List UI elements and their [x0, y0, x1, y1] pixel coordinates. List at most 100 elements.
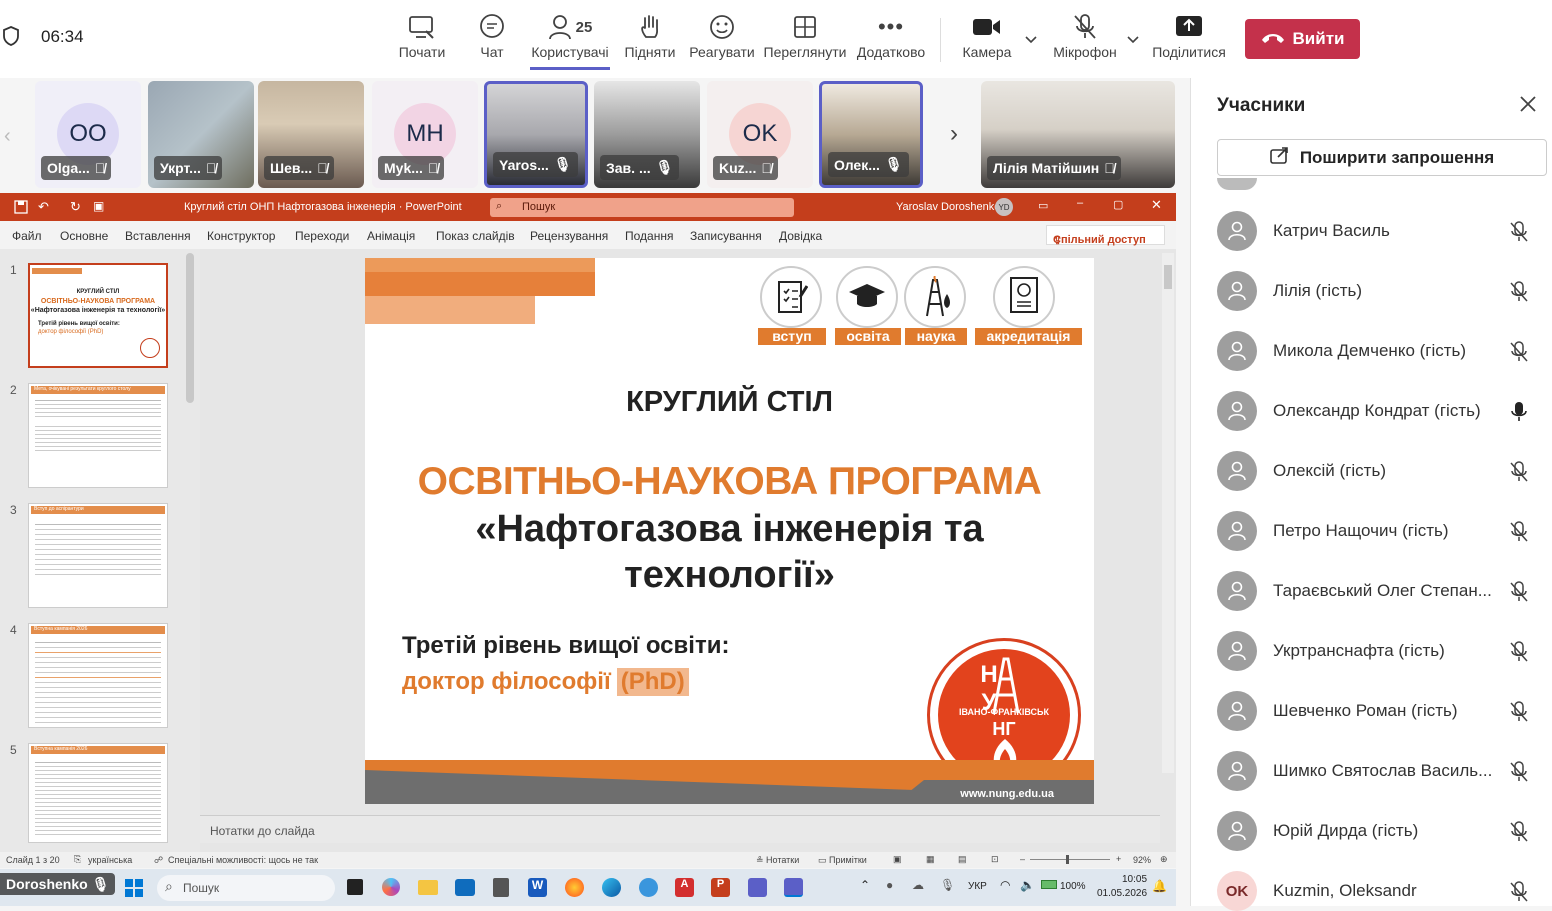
firefox-icon[interactable]: [565, 878, 584, 897]
zoom-in-icon[interactable]: +: [1116, 854, 1121, 864]
battery-icon[interactable]: [1041, 880, 1057, 889]
chat-button[interactable]: Чат: [474, 10, 510, 60]
video-tile-speaking[interactable]: Олек... 🎙: [819, 81, 923, 188]
tab-file[interactable]: Файл: [12, 229, 42, 243]
minimize-icon[interactable]: –: [1077, 197, 1083, 209]
notification-icon[interactable]: 🔔: [1152, 879, 1167, 893]
camera-button[interactable]: Камера: [960, 10, 1014, 60]
tab-transitions[interactable]: Переходи: [295, 229, 349, 243]
mic-options-chevron-icon[interactable]: [1126, 32, 1140, 50]
participant-row[interactable]: Олександр Кондрат (гість): [1217, 391, 1537, 431]
tab-record[interactable]: Записування: [690, 229, 762, 243]
accessibility-status[interactable]: Спеціальні можливості: щось не так: [168, 855, 318, 865]
self-view-tile[interactable]: Лілія Матійшин 🎙̸: [981, 81, 1175, 188]
teams-active-icon[interactable]: [784, 878, 803, 897]
raise-hand-button[interactable]: Підняти: [624, 10, 676, 60]
close-icon[interactable]: [1519, 95, 1537, 118]
participant-row[interactable]: Юрій Дирда (гість): [1217, 811, 1537, 851]
share-button[interactable]: Поділитися: [1152, 10, 1226, 60]
mic-off-icon[interactable]: [1509, 461, 1529, 488]
task-view-icon[interactable]: [347, 879, 363, 895]
zoom-slider[interactable]: [1030, 855, 1110, 864]
mic-off-icon[interactable]: [1509, 701, 1529, 728]
mic-off-icon[interactable]: [1509, 581, 1529, 608]
sorter-view-icon[interactable]: ▦: [926, 854, 935, 865]
share-document-button[interactable]: ⇪ Спільний доступ: [1046, 225, 1165, 247]
participant-row[interactable]: Петро Нащочич (гість): [1217, 511, 1537, 551]
participant-row[interactable]: Шевченко Роман (гість): [1217, 691, 1537, 731]
mic-off-icon[interactable]: [1509, 641, 1529, 668]
mic-icon[interactable]: [1509, 401, 1529, 428]
video-tile[interactable]: Зав. ... 🎙: [594, 81, 700, 188]
video-tile[interactable]: MH Myk... 🎙̸: [372, 81, 478, 188]
outlook-icon[interactable]: [455, 879, 475, 896]
slide-thumbnail-3[interactable]: Вступ до аспірантури: [28, 503, 168, 608]
mic-off-icon[interactable]: [1509, 761, 1529, 788]
taskbar-search[interactable]: ⌕ Пошук: [157, 875, 335, 901]
file-explorer-icon[interactable]: [418, 880, 438, 895]
clock-date[interactable]: 01.05.2026: [1097, 888, 1147, 899]
mic-off-icon[interactable]: [1509, 341, 1529, 368]
scroll-thumb[interactable]: [1164, 265, 1172, 289]
clock-time[interactable]: 10:05: [1122, 874, 1147, 885]
undo-icon[interactable]: ↶: [38, 199, 49, 215]
mic-off-icon[interactable]: [1509, 281, 1529, 308]
react-button[interactable]: Реагувати: [689, 10, 755, 60]
tab-review[interactable]: Рецензування: [530, 229, 608, 243]
tab-design[interactable]: Конструктор: [207, 229, 275, 243]
mic-off-icon[interactable]: [1509, 881, 1529, 908]
strip-next-icon[interactable]: ›: [950, 120, 958, 148]
video-tile[interactable]: Шев... 🎙̸: [258, 81, 364, 188]
editor-scrollbar[interactable]: [1162, 253, 1174, 773]
tray-mic-icon[interactable]: 🎙: [940, 878, 955, 892]
current-slide[interactable]: вступ освіта наука акредитація КРУГЛИЙ С…: [365, 258, 1094, 804]
participant-row[interactable]: OK Kuzmin, Oleksandr: [1217, 871, 1537, 911]
ppt-user-avatar[interactable]: YD: [995, 198, 1013, 216]
powerpoint-icon[interactable]: P: [711, 878, 730, 897]
wifi-icon[interactable]: ◠: [1000, 878, 1010, 892]
language-status[interactable]: українська: [88, 855, 132, 865]
participant-row[interactable]: Лілія (гість): [1217, 271, 1537, 311]
start-button[interactable]: Почати: [396, 10, 448, 60]
tab-view[interactable]: Подання: [625, 229, 673, 243]
tab-insert[interactable]: Вставлення: [125, 229, 191, 243]
slide-thumbnail-1[interactable]: КРУГЛИЙ СТІЛ ОСВІТНЬО-НАУКОВА ПРОГРАМА «…: [28, 263, 168, 368]
view-button[interactable]: Переглянути: [764, 10, 846, 60]
calculator-icon[interactable]: [493, 878, 509, 897]
ppt-search-box[interactable]: ⌕ Пошук: [490, 198, 794, 217]
participant-row[interactable]: Олексій (гість): [1217, 451, 1537, 491]
app-icon[interactable]: [639, 878, 658, 897]
tab-home[interactable]: Основне: [60, 229, 108, 243]
tray-chevron-icon[interactable]: ⌃: [860, 878, 870, 892]
word-icon[interactable]: W: [528, 878, 547, 897]
camera-options-chevron-icon[interactable]: [1024, 32, 1038, 50]
ribbon-display-icon[interactable]: ▭: [1038, 199, 1048, 212]
mic-off-icon[interactable]: [1509, 221, 1529, 248]
participant-row[interactable]: Микола Демченко (гість): [1217, 331, 1537, 371]
zoom-out-icon[interactable]: –: [1020, 854, 1025, 864]
video-tile[interactable]: OO Olga... 🎙̸: [35, 81, 141, 188]
tab-help[interactable]: Довідка: [779, 229, 822, 243]
redo-icon[interactable]: ↻: [70, 199, 81, 215]
copilot-icon[interactable]: [382, 878, 400, 896]
slide-thumbnail-2[interactable]: Мета, очікувані результати круглого стол…: [28, 383, 168, 488]
tab-slideshow[interactable]: Показ слайдів: [436, 229, 515, 243]
save-icon[interactable]: [14, 200, 28, 217]
video-tile[interactable]: Укрт... 🎙̸: [148, 81, 254, 188]
microphone-button[interactable]: Мікрофон: [1050, 10, 1120, 60]
fit-slide-icon[interactable]: ⊕: [1160, 854, 1168, 865]
zoom-slider-thumb[interactable]: [1066, 855, 1069, 864]
slide-thumbnail-5[interactable]: Вступна кампанія 2026: [28, 743, 168, 843]
language-indicator[interactable]: УКР: [968, 881, 987, 892]
notes-toggle[interactable]: ≗ Нотатки: [756, 855, 799, 866]
strip-prev-icon[interactable]: ‹: [4, 125, 11, 148]
reading-view-icon[interactable]: ▤: [958, 854, 967, 865]
windows-start-icon[interactable]: [125, 879, 143, 902]
comments-toggle[interactable]: ▭ Примітки: [818, 855, 867, 866]
more-button[interactable]: ••• Додатково: [855, 10, 927, 60]
participant-row[interactable]: Катрич Василь: [1217, 211, 1537, 251]
teams-icon[interactable]: [748, 878, 767, 897]
tray-app-icon[interactable]: ●: [886, 878, 893, 892]
slideshow-view-icon[interactable]: ⊡: [991, 854, 999, 865]
video-tile-speaking[interactable]: Yaros... 🎙: [484, 81, 588, 188]
